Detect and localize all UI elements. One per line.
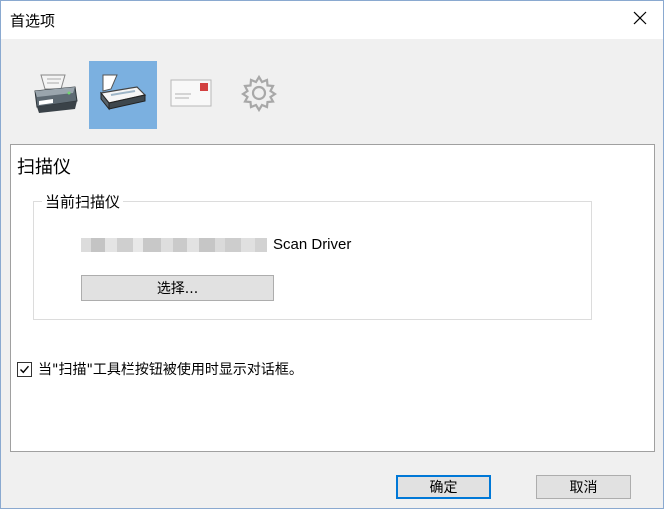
tab-scanner[interactable] [89, 61, 157, 129]
panel-title: 扫描仪 [17, 157, 71, 178]
scanner-icon [97, 71, 149, 119]
printer-icon [31, 71, 79, 119]
checkmark-icon [20, 365, 30, 373]
current-scanner-name: Scan Driver [81, 236, 351, 253]
show-dialog-label: 当"扫描"工具栏按钮被使用时显示对话框。 [38, 362, 303, 378]
select-scanner-button[interactable]: 选择... [81, 275, 274, 301]
title-bar: 首选项 [1, 1, 663, 39]
gear-icon [239, 73, 279, 117]
current-scanner-legend: 当前扫描仪 [42, 191, 124, 212]
tab-printer[interactable] [21, 61, 89, 129]
close-icon [633, 11, 647, 29]
show-dialog-option[interactable]: 当"扫描"工具栏按钮被使用时显示对话框。 [17, 359, 303, 379]
scanner-driver-name: Scan Driver [273, 236, 352, 253]
envelope-icon [169, 76, 213, 114]
cancel-button[interactable]: 取消 [536, 475, 631, 499]
close-button[interactable] [617, 1, 663, 39]
preferences-dialog: 首选项 扫描仪 当前扫描仪 Scan Driver 选择... 当"扫描"工具栏… [0, 0, 664, 509]
current-scanner-group: 当前扫描仪 Scan Driver 选择... [33, 191, 592, 320]
show-dialog-checkbox[interactable] [17, 361, 32, 377]
ok-button[interactable]: 确定 [396, 475, 491, 499]
scanner-settings-panel: 扫描仪 当前扫描仪 Scan Driver 选择... 当"扫描"工具栏按钮被使… [10, 144, 655, 452]
tab-mail[interactable] [157, 61, 225, 129]
redacted-scanner-model [81, 237, 267, 252]
category-toolbar [21, 61, 293, 129]
window-title: 首选项 [10, 12, 56, 30]
tab-settings[interactable] [225, 61, 293, 129]
